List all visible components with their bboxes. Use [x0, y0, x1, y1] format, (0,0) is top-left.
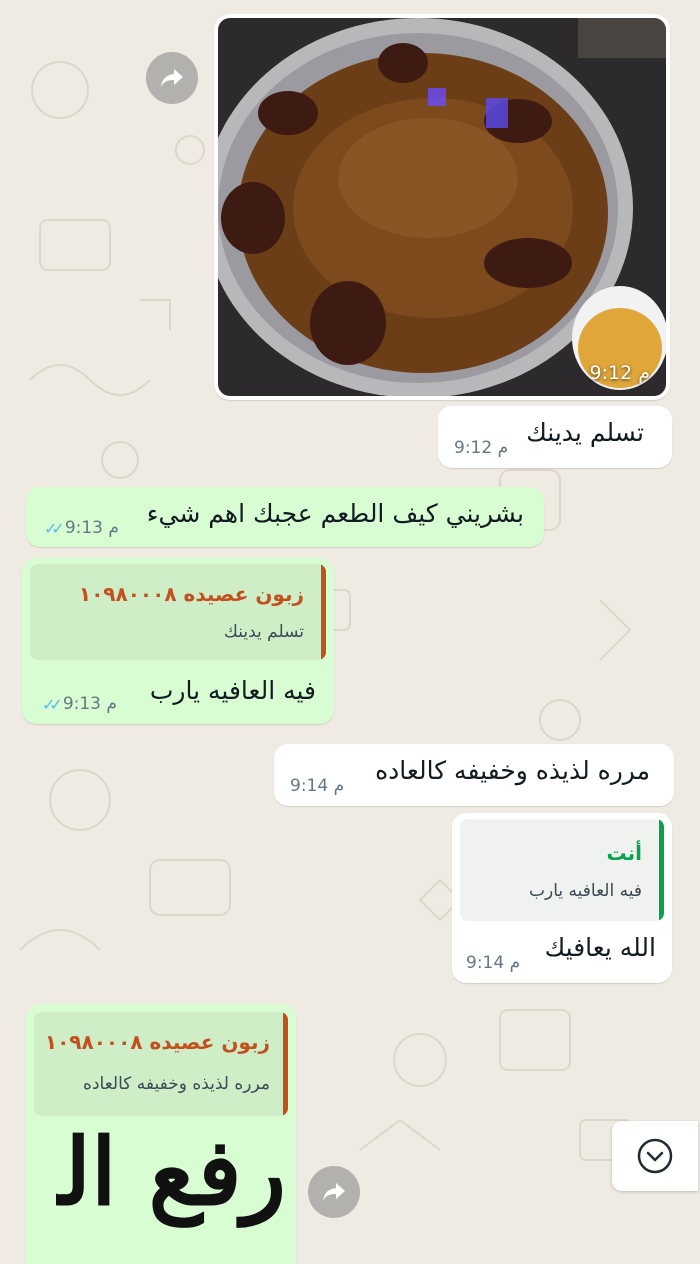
message-text: الله يعافيك: [544, 933, 656, 962]
forward-arrow-icon: [323, 1183, 345, 1201]
quote-text: مرره لذيذه وخفيفه كالعاده: [83, 1074, 270, 1094]
message-time: 9:12 م: [454, 438, 509, 458]
message-time: 9:13 م: [64, 518, 119, 538]
message-time: 9:14 م: [290, 776, 345, 796]
quote-text: تسلم يدينك: [223, 622, 304, 642]
quoted-message[interactable]: زبون عصيده ١٠٩٨٠٠٠٨ مرره لذيذه وخفيفه كا…: [34, 1012, 288, 1116]
food-photo[interactable]: 9:12 م: [218, 18, 666, 396]
message-meta: ✓✓ 9:13 م: [44, 518, 119, 538]
message-time: 9:14 م: [466, 953, 521, 973]
incoming-message[interactable]: تسلم يدينك 9:12 م: [438, 406, 672, 468]
quote-author: زبون عصيده ١٠٩٨٠٠٠٨: [44, 1030, 270, 1054]
quoted-message[interactable]: زبون عصيده ١٠٩٨٠٠٠٨ تسلم يدينك: [30, 564, 326, 660]
message-text: بشريني كيف الطعم عجبك اهم شيء: [146, 499, 524, 528]
quote-bar: [283, 1012, 288, 1116]
quote-author: أنت: [606, 841, 642, 865]
message-time: 9:12 م: [589, 362, 650, 384]
incoming-message[interactable]: مرره لذيذه وخفيفه كالعاده 9:14 م: [274, 744, 674, 806]
outgoing-reply-message[interactable]: زبون عصيده ١٠٩٨٠٠٠٨ تسلم يدينك فيه العاف…: [22, 558, 334, 724]
quote-text: فيه العافيه يارب: [529, 881, 642, 901]
message-text: مرره لذيذه وخفيفه كالعاده: [375, 756, 650, 785]
outgoing-reply-message[interactable]: زبون عصيده ١٠٩٨٠٠٠٨ مرره لذيذه وخفيفه كا…: [26, 1004, 296, 1264]
incoming-reply-message[interactable]: أنت فيه العافيه يارب الله يعافيك 9:14 م: [452, 813, 672, 983]
quote-bar: [321, 564, 326, 660]
quote-bar: [659, 819, 664, 921]
image-message[interactable]: 9:12 م: [214, 14, 670, 400]
quote-author: زبون عصيده ١٠٩٨٠٠٠٨: [78, 582, 304, 606]
forward-button[interactable]: [308, 1166, 360, 1218]
forward-arrow-icon: [161, 69, 183, 87]
double-check-icon: ✓✓: [42, 694, 63, 714]
scroll-to-bottom-button[interactable]: [612, 1121, 698, 1191]
double-check-icon: ✓✓: [44, 518, 65, 538]
forward-button[interactable]: [146, 52, 198, 104]
quoted-message[interactable]: أنت فيه العافيه يارب: [460, 819, 664, 921]
message-time: 9:13 م: [62, 694, 117, 714]
chevron-down-icon: [637, 1138, 673, 1174]
outgoing-message[interactable]: بشريني كيف الطعم عجبك اهم شيء ✓✓ 9:13 م: [26, 487, 544, 547]
calligraphy-sticker[interactable]: رفع الله: [56, 1132, 286, 1242]
message-text: فيه العافيه يارب: [149, 676, 316, 705]
message-meta: ✓✓ 9:13 م: [42, 694, 117, 714]
message-text: تسلم يدينك: [526, 418, 644, 447]
